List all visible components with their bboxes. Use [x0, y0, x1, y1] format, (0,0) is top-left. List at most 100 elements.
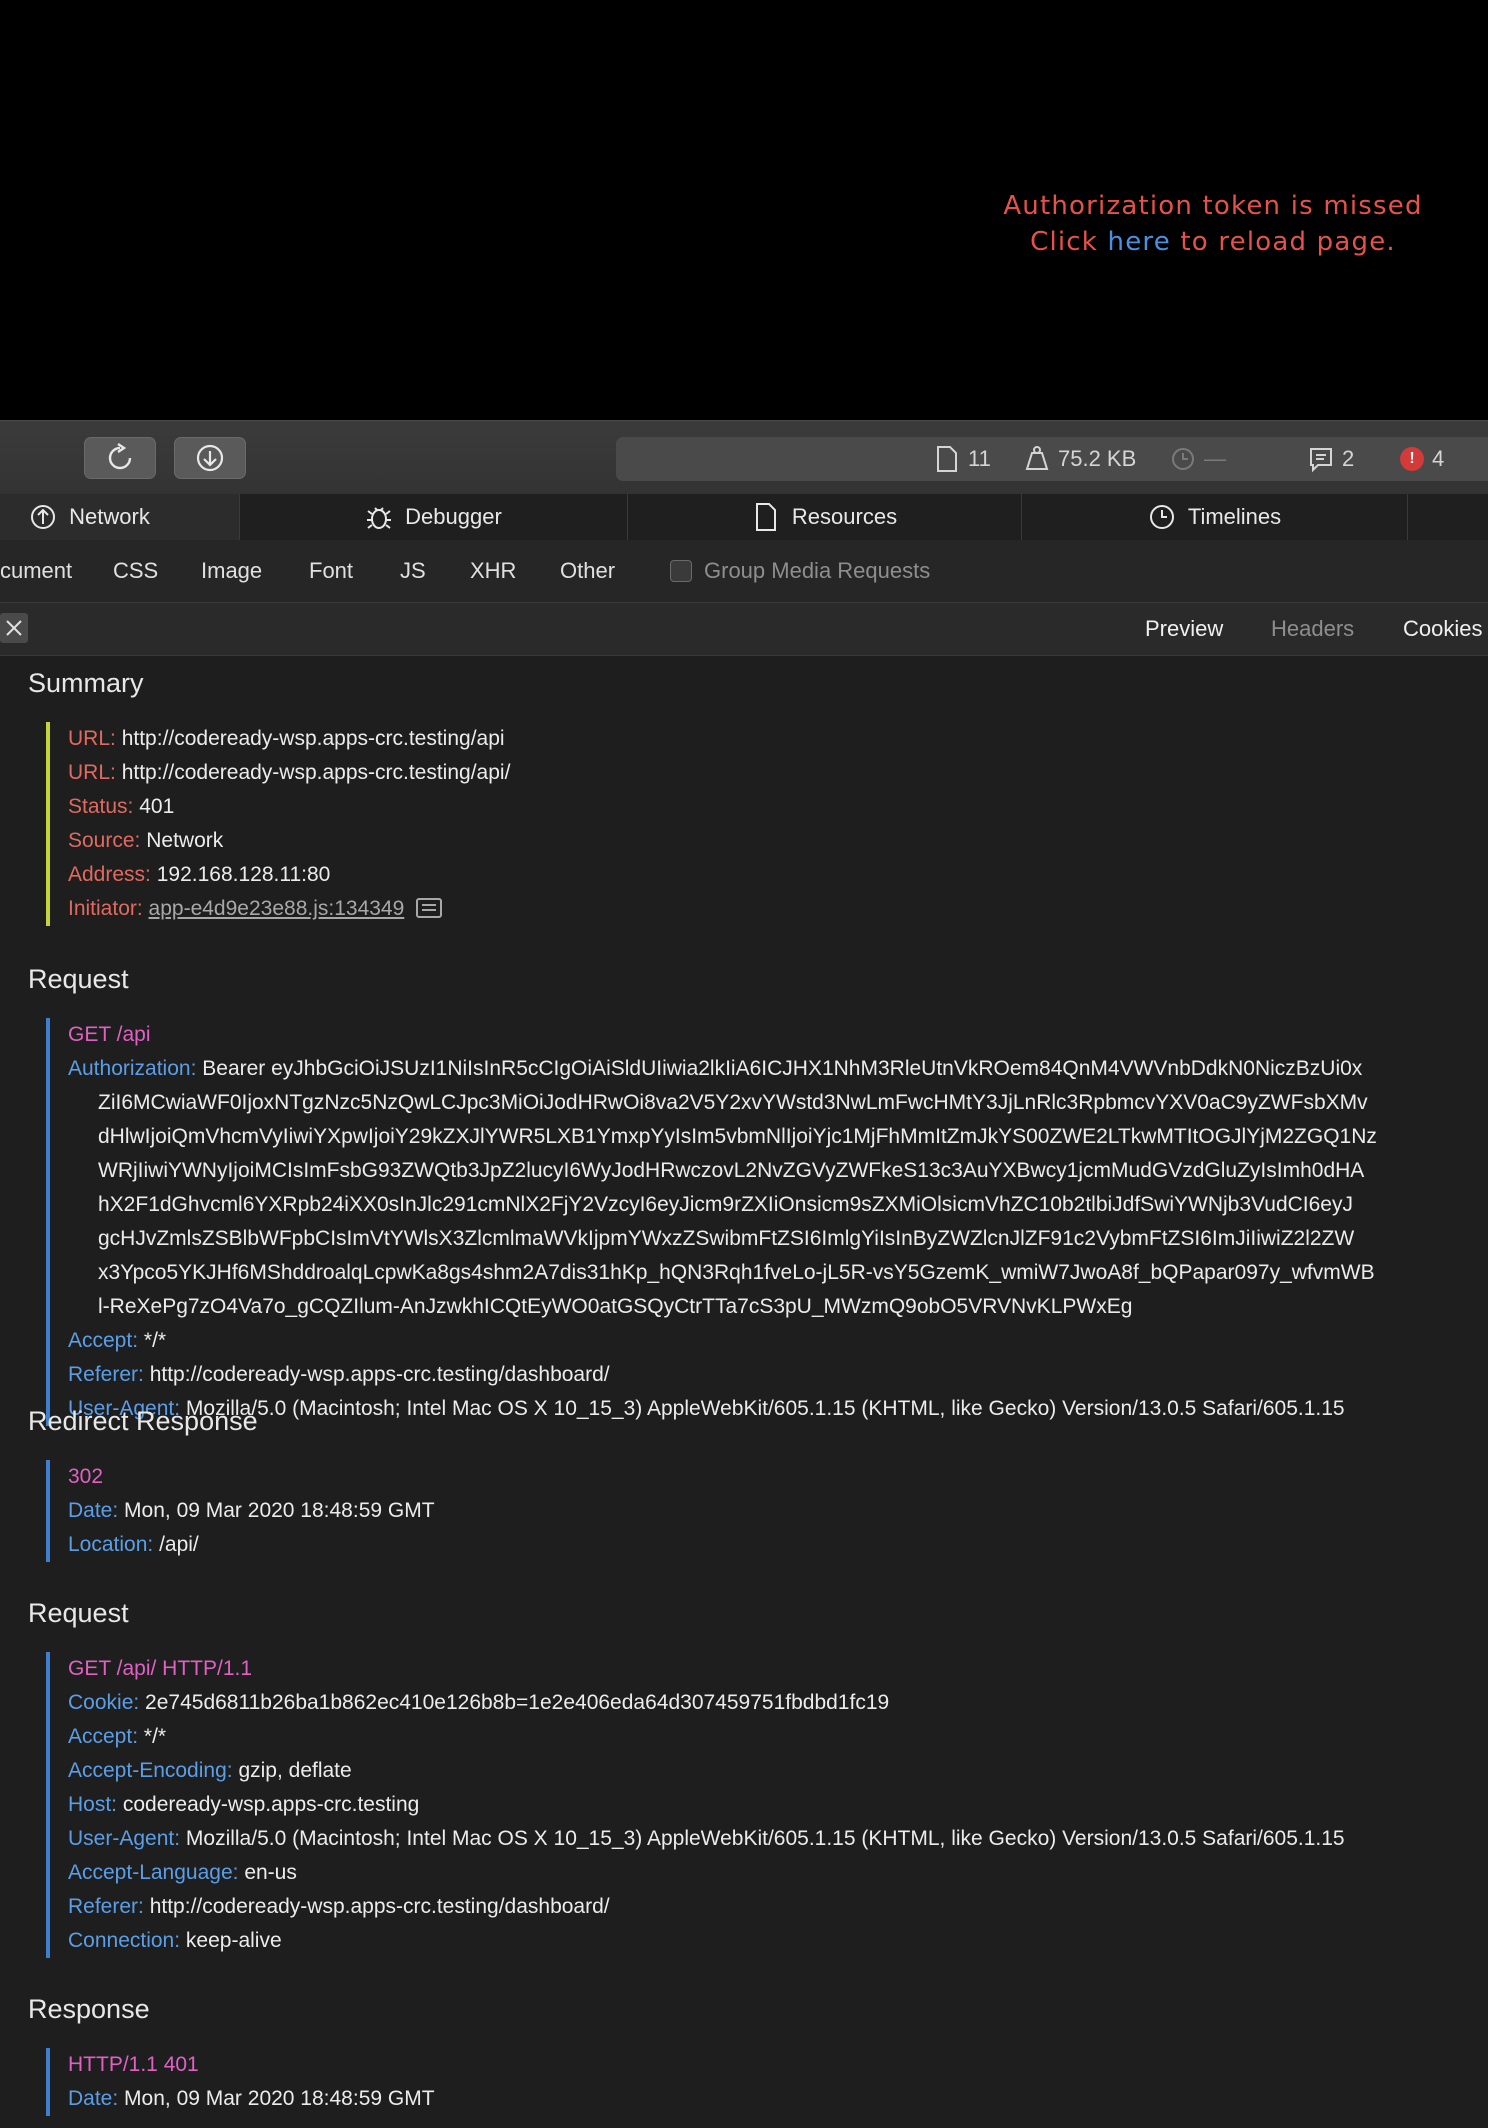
header-key: Accept: — [68, 1329, 139, 1352]
summary-key: Address: — [68, 863, 151, 886]
summary-value: http://codeready-wsp.apps-crc.testing/ap… — [121, 727, 505, 750]
initiator-link[interactable]: app-e4d9e23e88.js:134349 — [149, 897, 405, 920]
error-message: Authorization token is missed Click here… — [930, 188, 1488, 260]
section-title-redirect: Redirect Response — [28, 1406, 258, 1436]
header-value: */* — [143, 1725, 167, 1748]
devtools-toolbar: 11 75.2 KB — 2 ! 4 — [0, 420, 1488, 496]
call-stack-icon[interactable] — [416, 898, 443, 918]
bug-icon — [367, 507, 392, 529]
authorization-continued: ZiI6MCwiaWF0IjoxNTgzNzc5NzQwLCJpc3MiOiJo… — [98, 1086, 1377, 1324]
file-icon — [937, 446, 957, 472]
messages-count-value: 2 — [1342, 446, 1355, 471]
authorization-line: WRjIiwiYWNyIjoiMCIsImFsbG93ZWQtb3JpZ2luc… — [98, 1159, 1365, 1182]
header-row: Accept-Encoding: gzip, deflate — [68, 1754, 1345, 1788]
authorization-line: ZiI6MCwiaWF0IjoxNTgzNzc5NzQwLCJpc3MiOiJo… — [98, 1091, 1368, 1114]
tab-timelines-label: Timelines — [1187, 504, 1282, 529]
summary-key: URL: — [68, 761, 116, 784]
resources-count[interactable]: 11 — [934, 437, 991, 481]
group-media-checkbox[interactable] — [670, 560, 692, 582]
header-row: Cookie: 2e745d6811b26ba1b862ec410e126b8b… — [68, 1686, 1345, 1720]
header-value: */* — [143, 1329, 167, 1352]
page-viewport: Authorization token is missed Click here… — [0, 0, 1488, 420]
summary-value: 401 — [139, 795, 175, 818]
filter-xhr[interactable]: XHR — [470, 540, 516, 602]
header-value: Mon, 09 Mar 2020 18:48:59 GMT — [124, 1499, 435, 1522]
messages-count[interactable]: 2 — [1308, 437, 1354, 481]
header-row: Accept-Language: en-us — [68, 1856, 1345, 1890]
tab-cookies[interactable]: Cookies — [1403, 603, 1482, 655]
tab-headers[interactable]: Headers — [1271, 603, 1354, 655]
network-icon — [31, 505, 56, 529]
header-key: Accept-Language: — [68, 1861, 239, 1884]
header-key: Location: — [68, 1533, 154, 1556]
group-media-requests[interactable]: Group Media Requests — [670, 540, 930, 602]
header-row: User-Agent: Mozilla/5.0 (Macintosh; Inte… — [68, 1822, 1345, 1856]
summary-row: Address: 192.168.128.11:80 — [68, 858, 510, 892]
header-value: Mozilla/5.0 (Macintosh; Intel Mac OS X 1… — [185, 1397, 1345, 1420]
header-value: 2e745d6811b26ba1b862ec410e126b8b=1e2e406… — [145, 1691, 890, 1714]
reload-icon — [108, 443, 132, 470]
summary-row: Status: 401 — [68, 790, 510, 824]
resource-type-filters: cument CSS Image Font JS XHR Other Group… — [0, 540, 1488, 603]
header-row: Accept: */* — [68, 1720, 1345, 1754]
summary-key: Source: — [68, 829, 141, 852]
filter-font[interactable]: Font — [309, 540, 353, 602]
redirect-group: 302 Date: Mon, 09 Mar 2020 18:48:59 GMT … — [46, 1460, 435, 1562]
resources-count-value: 11 — [968, 446, 991, 471]
header-value: Mozilla/5.0 (Macintosh; Intel Mac OS X 1… — [185, 1827, 1345, 1850]
summary-key: URL: — [68, 727, 116, 750]
summary-row: URL: http://codeready-wsp.apps-crc.testi… — [68, 756, 510, 790]
summary-row: Source: Network — [68, 824, 510, 858]
status-summary: 11 75.2 KB — 2 ! 4 — [616, 437, 1488, 481]
filter-document[interactable]: cument — [0, 540, 72, 602]
authorization-line: x3Ypco5YKJHf6MShddroalqLcpwKa8gs4shm2A7d… — [98, 1261, 1375, 1284]
tab-preview[interactable]: Preview — [1145, 603, 1223, 655]
errors-count[interactable]: ! 4 — [1400, 437, 1444, 481]
reload-suffix: to reload page. — [1170, 227, 1396, 257]
close-button[interactable] — [0, 613, 28, 643]
reload-button[interactable] — [84, 437, 156, 479]
initiator-key: Initiator: — [68, 897, 143, 920]
reload-line: Click here to reload page. — [930, 224, 1488, 260]
request-group: GET /api Authorization: Bearer eyJhbGciO… — [46, 1018, 1377, 1426]
section-title-request: Request — [28, 964, 129, 994]
header-value: keep-alive — [185, 1929, 282, 1952]
header-row: Host: codeready-wsp.apps-crc.testing — [68, 1788, 1345, 1822]
request-line: GET /api/ HTTP/1.1 — [68, 1657, 253, 1680]
header-row: Connection: keep-alive — [68, 1924, 1345, 1958]
tab-timelines[interactable]: Timelines — [1022, 494, 1408, 540]
header-row: Referer: http://codeready-wsp.apps-crc.t… — [68, 1358, 1377, 1392]
filter-image[interactable]: Image — [201, 540, 262, 602]
filter-css[interactable]: CSS — [113, 540, 158, 602]
header-value: en-us — [244, 1861, 297, 1884]
reload-link[interactable]: here — [1108, 227, 1171, 257]
request-line: GET /api — [68, 1023, 151, 1046]
status-line: HTTP/1.1 401 — [68, 2053, 199, 2076]
error-icon: ! — [1400, 447, 1424, 471]
tab-resources-label: Resources — [791, 504, 898, 529]
header-key: Accept-Encoding: — [68, 1759, 233, 1782]
header-key: Authorization: — [68, 1057, 197, 1080]
tab-resources[interactable]: Resources — [628, 494, 1022, 540]
tab-debugger[interactable]: Debugger — [240, 494, 628, 540]
status-line: 302 — [68, 1465, 104, 1488]
clock-icon — [1149, 505, 1174, 529]
devtools-tabbar: Network Debugger Resources Timelines — [0, 494, 1488, 541]
filter-js[interactable]: JS — [400, 540, 426, 602]
filter-other[interactable]: Other — [560, 540, 615, 602]
authorization-line: gcHJvZmlsZSBlbWFpbCIsImVtYWlsX3ZlcmlmaWV… — [98, 1227, 1355, 1250]
summary-key: Status: — [68, 795, 134, 818]
authorization-line: hX2F1dGhvcml6YXRpb24iXX0sInJlc291cmNlX2F… — [98, 1193, 1353, 1216]
load-time[interactable]: — — [1170, 437, 1226, 481]
tab-network[interactable]: Network — [0, 494, 240, 540]
download-button[interactable] — [174, 437, 246, 479]
group-media-label: Group Media Requests — [704, 558, 931, 583]
header-row: Referer: http://codeready-wsp.apps-crc.t… — [68, 1890, 1345, 1924]
load-time-value: — — [1204, 446, 1226, 471]
header-key: Connection: — [68, 1929, 181, 1952]
message-icon — [1310, 448, 1332, 473]
transfer-size[interactable]: 75.2 KB — [1024, 437, 1136, 481]
summary-group: URL: http://codeready-wsp.apps-crc.testi… — [46, 722, 510, 926]
response-group: HTTP/1.1 401 Date: Mon, 09 Mar 2020 18:4… — [46, 2048, 435, 2116]
error-title: Authorization token is missed — [1003, 191, 1423, 221]
